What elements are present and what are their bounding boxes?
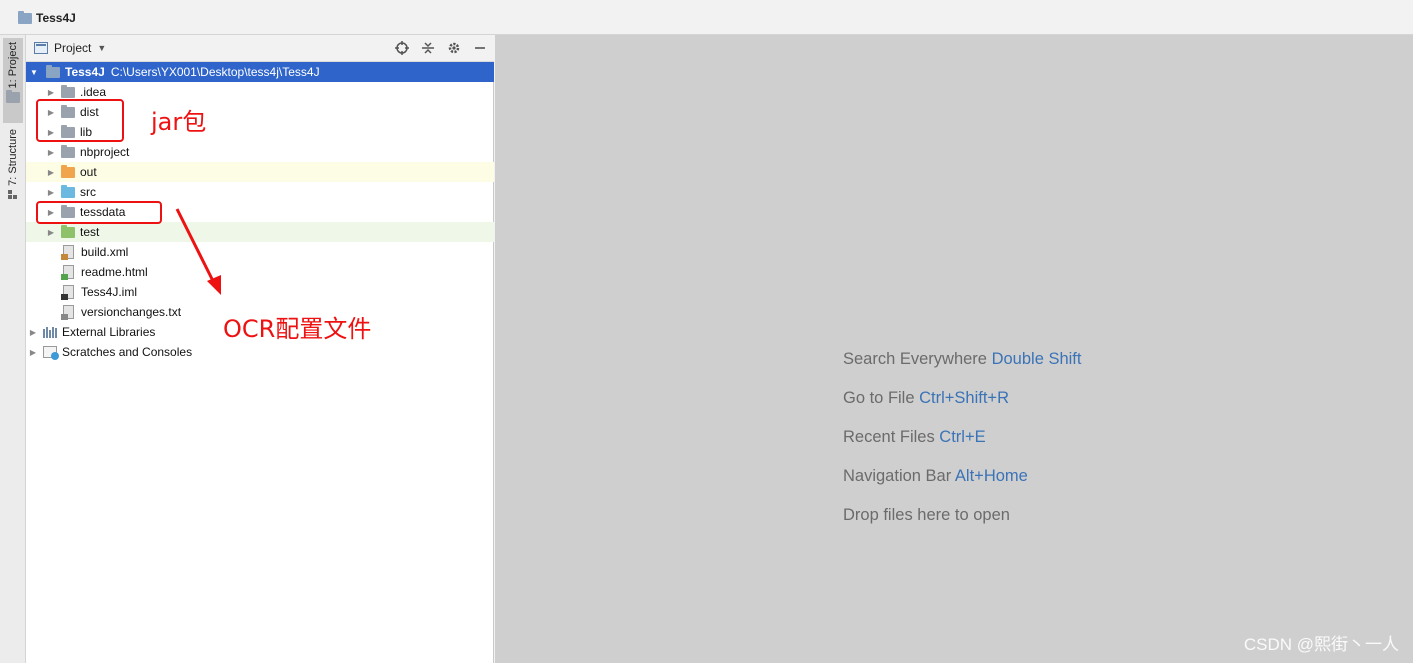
watermark: CSDN @熙街丶一人	[1243, 635, 1399, 654]
hint-navigation-bar: Navigation Bar Alt+Home	[843, 467, 1028, 485]
minimize-icon[interactable]	[472, 40, 488, 56]
shortcut-key: Double Shift	[991, 350, 1082, 368]
tree-item-label: Tess4J.iml	[81, 285, 138, 299]
scratches-icon	[43, 346, 59, 360]
tree-item-iml[interactable]: Tess4J.iml	[26, 282, 494, 302]
structure-icon	[8, 189, 17, 199]
tree-root-name: Tess4J	[65, 65, 105, 79]
annotation-arrow-icon	[175, 208, 221, 295]
iml-file-icon	[61, 285, 74, 300]
ide-window: Tess4J 1: Project 7: Structure Project ▼	[0, 0, 1413, 663]
tree-item-out[interactable]: ▶ out	[26, 162, 494, 182]
gear-icon[interactable]	[446, 40, 462, 56]
chevron-down-icon: ▼	[97, 43, 107, 53]
tree-item-label: test	[80, 225, 100, 239]
tree-item-label: Scratches and Consoles	[62, 345, 193, 359]
shortcut-key: Ctrl+E	[939, 428, 986, 446]
tree-item-src[interactable]: ▶ src	[26, 182, 494, 202]
tree-item-build-xml[interactable]: build.xml	[26, 242, 494, 262]
collapsed-arrow-icon[interactable]: ▶	[45, 228, 57, 237]
test-folder-icon	[61, 224, 75, 238]
hint-drop-files: Drop files here to open	[843, 506, 1010, 524]
folder-icon	[61, 84, 75, 98]
collapsed-arrow-icon[interactable]: ▶	[27, 348, 39, 357]
excluded-folder-icon	[61, 164, 75, 178]
tree-root-row[interactable]: ▼ Tess4J C:\Users\YX001\Desktop\tess4j\T…	[26, 62, 494, 82]
tree-item-label: .idea	[80, 85, 107, 99]
annotation-box-tessdata	[36, 201, 162, 224]
breadcrumb[interactable]: Tess4J	[14, 10, 76, 25]
expanded-arrow-icon[interactable]: ▼	[28, 68, 40, 77]
hint-go-to-file: Go to File Ctrl+Shift+R	[843, 389, 1009, 407]
annotation-ocr-label: OCR配置文件	[223, 315, 372, 343]
xml-file-icon	[61, 245, 74, 260]
project-view-selector[interactable]: Project ▼	[34, 41, 106, 55]
collapse-all-icon[interactable]	[420, 40, 436, 56]
tree-item-label: readme.html	[81, 265, 148, 279]
editor-hints: Search Everywhere Double Shift Go to Fil…	[843, 350, 1081, 545]
breadcrumb-project[interactable]: Tess4J	[36, 11, 76, 25]
tree-item-scratches[interactable]: ▶ Scratches and Consoles	[26, 342, 494, 362]
tree-item-readme-html[interactable]: readme.html	[26, 262, 494, 282]
collapsed-arrow-icon[interactable]: ▶	[27, 328, 39, 337]
annotation-box-jar	[36, 99, 124, 142]
hint-search-everywhere: Search Everywhere Double Shift	[843, 350, 1082, 368]
collapsed-arrow-icon[interactable]: ▶	[45, 168, 57, 177]
project-panel-header: Project ▼	[26, 35, 494, 62]
project-folder-icon	[18, 10, 32, 24]
tree-item-label: src	[80, 185, 96, 199]
crosshair-icon[interactable]	[394, 40, 410, 56]
project-view-icon	[34, 42, 48, 54]
html-file-icon	[61, 265, 74, 280]
hint-recent-files: Recent Files Ctrl+E	[843, 428, 986, 446]
folder-icon	[61, 144, 75, 158]
tree-item-label: versionchanges.txt	[81, 305, 182, 319]
structure-tool-label: 7: Structure	[7, 129, 19, 186]
collapsed-arrow-icon[interactable]: ▶	[45, 88, 57, 97]
collapsed-arrow-icon[interactable]: ▶	[45, 188, 57, 197]
tree-root-path: C:\Users\YX001\Desktop\tess4j\Tess4J	[110, 65, 320, 79]
project-tool-icon	[5, 90, 20, 104]
tree-item-nbproject[interactable]: ▶ nbproject	[26, 142, 494, 162]
tree-item-label: External Libraries	[62, 325, 156, 339]
text-file-icon	[61, 305, 74, 320]
tree-item-label: build.xml	[81, 245, 129, 259]
tree-item-test[interactable]: ▶ test	[26, 222, 494, 242]
source-folder-icon	[61, 184, 75, 198]
tree-item-label: nbproject	[80, 145, 130, 159]
structure-tool-button[interactable]: 7: Structure	[3, 125, 23, 210]
project-tool-button[interactable]: 1: Project	[3, 38, 23, 123]
annotation-jar-label: jar包	[151, 108, 207, 136]
project-view-label: Project	[54, 41, 92, 55]
collapsed-arrow-icon[interactable]: ▶	[45, 148, 57, 157]
shortcut-key: Ctrl+Shift+R	[919, 389, 1009, 407]
tool-window-stripe: 1: Project 7: Structure	[0, 35, 26, 663]
shortcut-key: Alt+Home	[954, 467, 1028, 485]
tree-item-label: out	[80, 165, 97, 179]
module-folder-icon	[46, 64, 60, 78]
library-icon	[43, 326, 57, 338]
project-tool-label: 1: Project	[7, 42, 19, 89]
project-panel: Project ▼ ▼ Tess4J C:\Users\YX001\Deskto…	[26, 35, 494, 663]
editor-empty-area[interactable]: Search Everywhere Double Shift Go to Fil…	[495, 35, 1413, 663]
navigation-bar: Tess4J	[0, 0, 1413, 35]
